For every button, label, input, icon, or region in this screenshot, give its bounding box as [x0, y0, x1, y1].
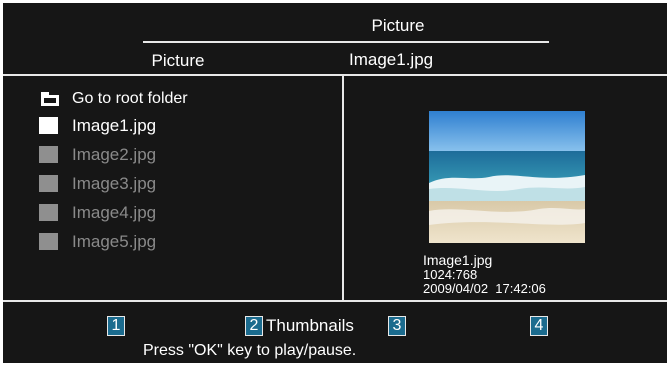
screen-title: Picture	[371, 16, 425, 35]
file-name: Image4.jpg	[72, 202, 157, 222]
key-3-number: 3	[388, 316, 406, 336]
footer-divider	[3, 300, 667, 302]
preview-resolution: 1024:768	[423, 267, 478, 282]
file-list: Go to root folder Image1.jpg Image2.jpg …	[39, 87, 188, 256]
help-text: Press "OK" key to play/pause.	[143, 342, 357, 359]
file-list-item[interactable]: Image5.jpg	[39, 227, 188, 256]
image-file-icon	[39, 175, 58, 192]
image-file-icon	[39, 233, 58, 250]
image-file-icon	[39, 146, 58, 163]
key-1-number: 1	[107, 316, 125, 336]
key-2-number: 2	[245, 316, 263, 336]
file-list-item[interactable]: Image4.jpg	[39, 198, 188, 227]
file-name: Image5.jpg	[72, 231, 157, 251]
preview-thumbnail	[429, 111, 585, 243]
header-divider	[3, 74, 667, 76]
preview-info: Image1.jpg 1024:768 2009/04/02 17:42:06	[423, 253, 546, 296]
file-list-item[interactable]: Image2.jpg	[39, 140, 188, 169]
file-name: Image3.jpg	[72, 173, 157, 193]
root-folder-label: Go to root folder	[72, 90, 188, 107]
image-file-icon	[39, 117, 58, 134]
file-name: Image2.jpg	[72, 144, 157, 164]
file-list-item[interactable]: Image1.jpg	[39, 111, 188, 140]
key-3[interactable]: 3	[388, 316, 406, 336]
title-underline	[143, 41, 549, 43]
key-4[interactable]: 4	[530, 316, 548, 336]
key-2-label: Thumbnails	[266, 316, 354, 335]
key-2-thumbnails[interactable]: 2 Thumbnails	[245, 316, 354, 336]
folder-up-icon	[41, 92, 59, 106]
header-category: Picture	[151, 51, 205, 70]
header-filename: Image1.jpg	[349, 50, 434, 69]
image-file-icon	[39, 204, 58, 221]
file-name: Image1.jpg	[72, 115, 157, 135]
preview-file-name: Image1.jpg	[423, 252, 493, 268]
picture-browser-screen: Picture Picture Image1.jpg Go to root fo…	[3, 3, 667, 363]
key-1[interactable]: 1	[107, 316, 125, 336]
preview-datetime: 2009/04/02 17:42:06	[423, 281, 546, 296]
panel-divider	[342, 75, 344, 300]
file-list-item[interactable]: Image3.jpg	[39, 169, 188, 198]
go-to-root-folder[interactable]: Go to root folder	[41, 87, 188, 111]
key-4-number: 4	[530, 316, 548, 336]
